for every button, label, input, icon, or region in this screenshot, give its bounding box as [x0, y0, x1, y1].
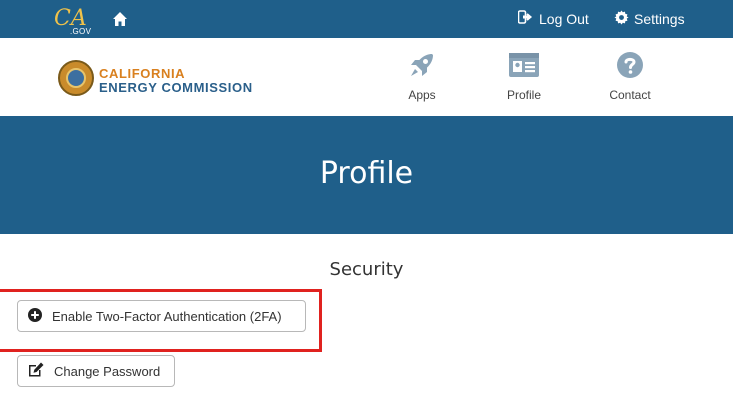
change-password-button[interactable]: Change Password [17, 355, 175, 387]
ca-gov-logo[interactable]: CA .GOV [54, 6, 94, 36]
page-banner: Profile [0, 116, 733, 234]
org-name-line2: ENERGY COMMISSION [99, 80, 253, 95]
nav-apps-label: Apps [408, 88, 436, 102]
nav-contact[interactable]: Contact [595, 50, 665, 102]
rocket-icon [387, 50, 457, 80]
question-circle-icon [595, 50, 665, 80]
settings-label: Settings [634, 11, 685, 27]
edit-icon [28, 362, 44, 380]
top-bar: CA .GOV Log Out Settings [0, 0, 733, 38]
logout-link[interactable]: Log Out [517, 10, 589, 27]
gear-icon [614, 10, 629, 28]
nav-profile[interactable]: Profile [489, 50, 559, 102]
home-icon[interactable] [112, 11, 128, 27]
energy-commission-seal-logo[interactable] [58, 60, 94, 96]
logout-label: Log Out [539, 10, 589, 27]
plus-circle-icon [28, 307, 42, 325]
nav-profile-label: Profile [506, 88, 541, 102]
change-password-label: Change Password [54, 363, 161, 379]
org-name-line1: CALIFORNIA [99, 66, 186, 81]
id-card-icon [489, 50, 559, 80]
logout-icon [517, 10, 534, 27]
enable-2fa-label: Enable Two-Factor Authentication (2FA) [52, 308, 282, 324]
nav-apps[interactable]: Apps [387, 50, 457, 102]
page-title: Profile [319, 156, 414, 191]
settings-link[interactable]: Settings [614, 10, 685, 28]
nav-contact-label: Contact [609, 88, 651, 102]
security-section-title: Security [329, 259, 404, 280]
enable-2fa-button[interactable]: Enable Two-Factor Authentication (2FA) [17, 300, 306, 332]
